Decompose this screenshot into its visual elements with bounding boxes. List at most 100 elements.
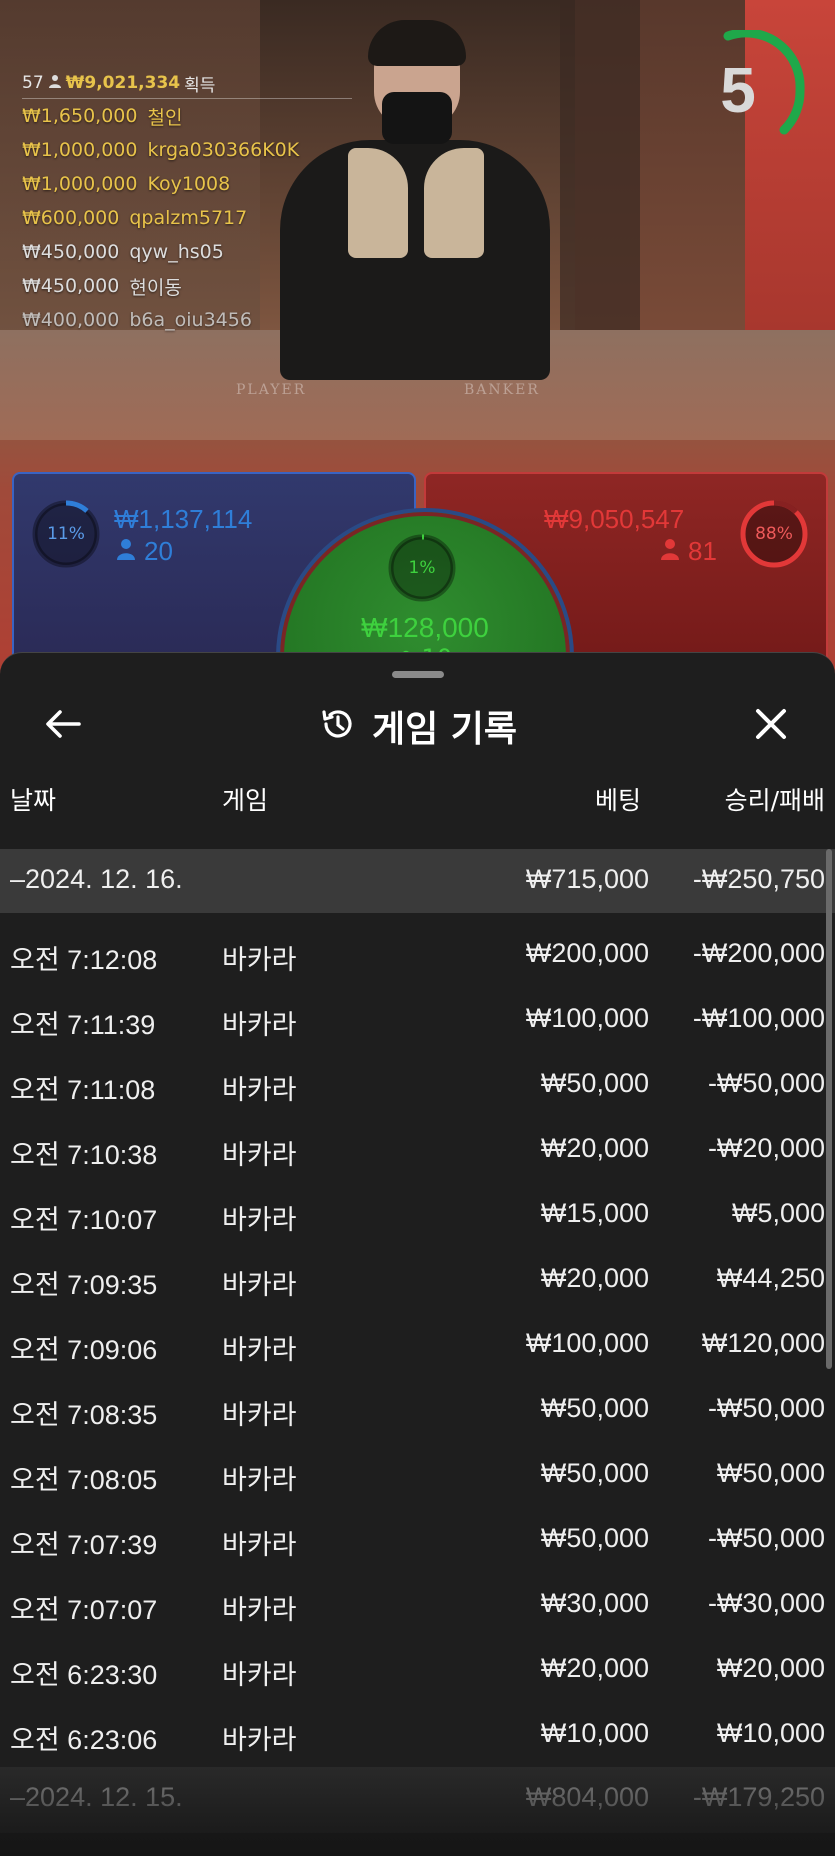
row-result: ₩5,000 <box>731 1198 825 1228</box>
sheet-header: 게임 기록 <box>0 693 835 759</box>
row-game: 바카라 <box>222 1075 297 1105</box>
user-icon <box>48 73 62 93</box>
row-time: 오전 7:10:38 <box>10 1140 158 1170</box>
row-game: 바카라 <box>222 1725 297 1755</box>
table-row[interactable]: 오전 7:11:08 바카라 ₩50,000 -₩50,000 <box>0 1053 835 1118</box>
player-bet-amount: ₩1,137,114 <box>114 504 253 534</box>
banker-percent: 88% <box>755 524 793 544</box>
group-bet-total: ₩715,000 <box>525 864 649 894</box>
dealer-hair <box>368 20 466 66</box>
winner-amount: ₩1,650,000 <box>22 105 138 127</box>
row-game: 바카라 <box>222 1140 297 1170</box>
table-row[interactable]: 오전 7:08:35 바카라 ₩50,000 -₩50,000 <box>0 1378 835 1443</box>
winners-total: ₩9,021,334 <box>65 73 181 93</box>
row-result: -₩30,000 <box>707 1588 825 1618</box>
winner-row: ₩1,000,000 Koy1008 <box>22 167 352 201</box>
row-bet: ₩50,000 <box>540 1068 649 1098</box>
winner-amount: ₩400,000 <box>22 309 120 331</box>
table-row[interactable]: 오전 7:09:06 바카라 ₩100,000 ₩120,000 <box>0 1313 835 1378</box>
row-result: -₩20,000 <box>707 1133 825 1163</box>
table-row[interactable]: 오전 7:07:39 바카라 ₩50,000 -₩50,000 <box>0 1508 835 1573</box>
row-bet: ₩200,000 <box>525 938 649 968</box>
winners-summary: 57 ₩9,021,334 획득 <box>22 72 352 99</box>
row-game: 바카라 <box>222 1205 297 1235</box>
winner-name: 현이동 <box>129 276 182 299</box>
winner-row: ₩1,650,000 철인 <box>22 99 352 133</box>
row-bet: ₩50,000 <box>540 1458 649 1488</box>
row-game: 바카라 <box>222 1530 297 1560</box>
row-time: 오전 7:11:39 <box>10 1010 156 1040</box>
table-row[interactable]: 오전 7:10:07 바카라 ₩15,000 ₩5,000 <box>0 1183 835 1248</box>
row-time: 오전 7:11:08 <box>10 1075 156 1105</box>
winner-amount: ₩1,000,000 <box>22 173 138 195</box>
group-date: –2024. 12. 16. <box>10 864 183 894</box>
close-button[interactable] <box>744 699 798 753</box>
winners-count: 57 <box>22 73 44 93</box>
banker-bet-amount: ₩9,050,547 <box>544 504 685 534</box>
winner-amount: ₩450,000 <box>22 275 120 297</box>
row-bet: ₩50,000 <box>540 1393 649 1423</box>
back-button[interactable] <box>36 699 90 753</box>
player-bet-count: 20 <box>116 536 173 567</box>
row-spacer <box>0 913 835 923</box>
winner-row: ₩400,000 b6a_oiu3456 <box>22 303 352 337</box>
date-group-row[interactable]: –2024. 12. 15. ₩804,000 -₩179,250 <box>0 1767 835 1831</box>
row-result: -₩50,000 <box>707 1393 825 1423</box>
winner-row: ₩600,000 qpalzm5717 <box>22 201 352 235</box>
countdown-timer: 5 <box>688 28 808 150</box>
group-bet-total: ₩804,000 <box>525 1782 649 1812</box>
row-time: 오전 7:07:39 <box>10 1530 158 1560</box>
table-row[interactable]: 오전 6:23:30 바카라 ₩20,000 ₩20,000 <box>0 1638 835 1703</box>
table-label-player: PLAYER <box>236 382 307 398</box>
tie-percent-ring: 1% <box>386 532 458 604</box>
table-row[interactable]: 오전 7:07:07 바카라 ₩30,000 -₩30,000 <box>0 1573 835 1638</box>
game-history-sheet: 게임 기록 날짜 게임 베팅 승리/패배 –2024. 12. 16. ₩715… <box>0 652 835 1856</box>
sheet-drag-handle[interactable] <box>392 671 444 678</box>
table-row[interactable]: 오전 7:12:08 바카라 ₩200,000 -₩200,000 <box>0 923 835 988</box>
winner-name: qpalzm5717 <box>129 207 248 229</box>
user-icon <box>116 536 136 567</box>
row-result: -₩200,000 <box>692 938 825 968</box>
table-row[interactable]: 오전 7:09:35 바카라 ₩20,000 ₩44,250 <box>0 1248 835 1313</box>
row-result: -₩50,000 <box>707 1523 825 1553</box>
tie-bet-amount: ₩128,000 <box>361 612 489 643</box>
row-game: 바카라 <box>222 1335 297 1365</box>
winners-list: 57 ₩9,021,334 획득 ₩1,650,000 철인 ₩1,000,000… <box>22 72 352 337</box>
winner-amount: ₩600,000 <box>22 207 120 229</box>
banker-count-value: 81 <box>688 536 717 566</box>
winner-name: Koy1008 <box>147 173 231 195</box>
row-time: 오전 6:23:06 <box>10 1725 158 1755</box>
row-time: 오전 7:07:07 <box>10 1595 158 1625</box>
row-game: 바카라 <box>222 1400 297 1430</box>
column-result: 승리/패배 <box>724 786 825 815</box>
column-game: 게임 <box>222 786 269 815</box>
player-count-value: 20 <box>144 536 173 566</box>
winner-name: qyw_hs05 <box>129 241 224 263</box>
player-percent-ring: 11% <box>30 498 102 570</box>
row-bet: ₩15,000 <box>540 1198 649 1228</box>
row-time: 오전 6:23:30 <box>10 1660 158 1690</box>
table-row[interactable]: 오전 6:23:06 바카라 ₩10,000 ₩10,000 <box>0 1703 835 1768</box>
winner-name: krga030366K0K <box>147 139 300 161</box>
dealer-vest-right <box>424 148 484 258</box>
row-result: ₩120,000 <box>701 1328 825 1358</box>
table-row[interactable]: 오전 7:10:38 바카라 ₩20,000 -₩20,000 <box>0 1118 835 1183</box>
table-row[interactable]: 오전 7:11:39 바카라 ₩100,000 -₩100,000 <box>0 988 835 1053</box>
winner-amount: ₩1,000,000 <box>22 139 138 161</box>
user-icon <box>660 536 680 567</box>
group-result-total: -₩250,750 <box>692 864 825 894</box>
table-row[interactable]: 오전 7:08:05 바카라 ₩50,000 ₩50,000 <box>0 1443 835 1508</box>
date-group-row[interactable]: –2024. 12. 16. ₩715,000 -₩250,750 <box>0 849 835 913</box>
group-result-total: -₩179,250 <box>692 1782 825 1812</box>
row-bet: ₩10,000 <box>540 1718 649 1748</box>
row-bet: ₩30,000 <box>540 1588 649 1618</box>
dealer-mask <box>382 92 452 144</box>
winner-row: ₩1,000,000 krga030366K0K <box>22 133 352 167</box>
row-bet: ₩20,000 <box>540 1653 649 1683</box>
scrollbar[interactable] <box>826 849 832 1369</box>
row-time: 오전 7:09:06 <box>10 1335 158 1365</box>
dealer-vest-left <box>348 148 408 258</box>
row-game: 바카라 <box>222 1465 297 1495</box>
table-header: 날짜 게임 베팅 승리/패배 <box>0 773 835 821</box>
history-table: –2024. 12. 16. ₩715,000 -₩250,750 오전 7:1… <box>0 849 835 1768</box>
